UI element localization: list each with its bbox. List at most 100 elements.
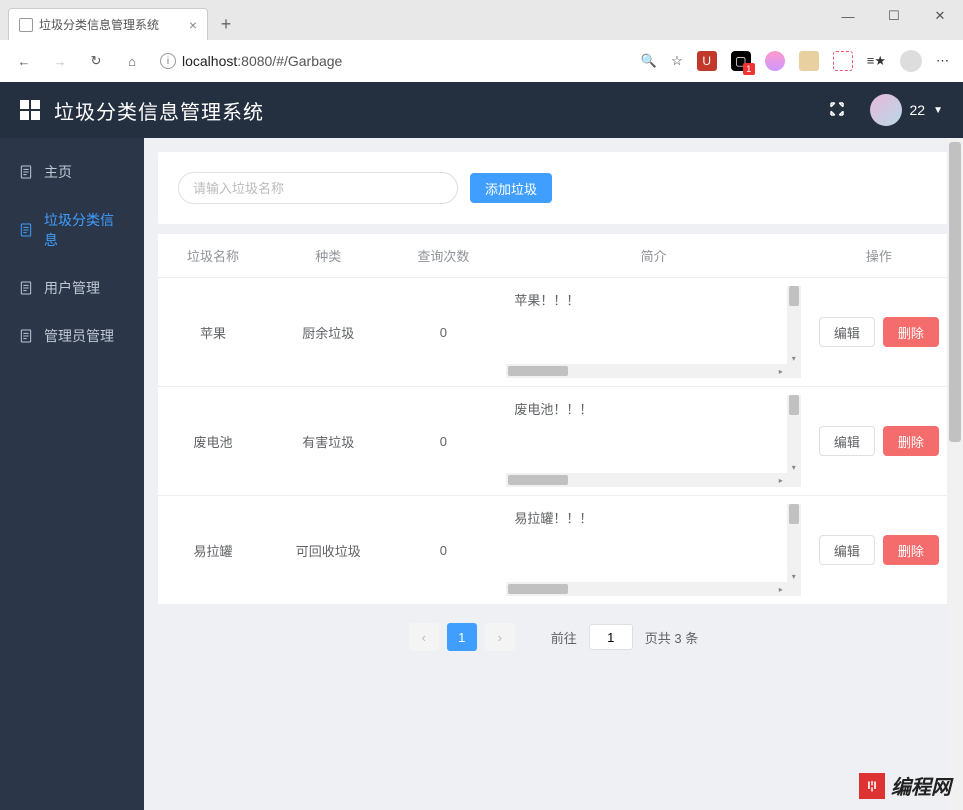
delete-button[interactable]: 删除	[883, 535, 939, 565]
cell-count: 0	[388, 278, 498, 387]
col-category: 种类	[268, 234, 388, 278]
extension-note-icon[interactable]	[799, 51, 819, 71]
sidebar-item-admins[interactable]: 管理员管理	[0, 312, 144, 360]
col-name: 垃圾名称	[158, 234, 268, 278]
desc-vscroll[interactable]: ▴▾	[787, 504, 801, 582]
col-desc: 简介	[498, 234, 808, 278]
extension-ghost-icon[interactable]	[833, 51, 853, 71]
delete-button[interactable]: 删除	[883, 317, 939, 347]
new-tab-button[interactable]: +	[212, 10, 240, 38]
watermark-text: 编程网	[891, 771, 951, 800]
cell-desc: 苹果！！！▴▾◂▸	[498, 278, 808, 387]
add-button[interactable]: 添加垃圾	[470, 173, 552, 203]
browser-chrome: 垃圾分类信息管理系统 × + — ☐ ✕ ← → ↻ ⌂ i localhost…	[0, 0, 963, 82]
sidebar-item-garbage[interactable]: 垃圾分类信息	[0, 196, 144, 264]
sidebar-item-users[interactable]: 用户管理	[0, 264, 144, 312]
toolbar: 添加垃圾	[158, 152, 949, 224]
app-title: 垃圾分类信息管理系统	[54, 96, 264, 125]
table-row: 易拉罐可回收垃圾0易拉罐！！！▴▾◂▸编辑删除	[158, 496, 949, 605]
pagination: ‹ 1 › 前往 页共 3 条	[158, 605, 949, 661]
refresh-button[interactable]: ↻	[82, 47, 110, 75]
desc-hscroll[interactable]: ◂▸	[506, 582, 786, 596]
url-box[interactable]: i localhost:8080/#/Garbage	[154, 53, 633, 69]
cell-category: 可回收垃圾	[268, 496, 388, 605]
desc-hscroll[interactable]: ◂▸	[506, 364, 786, 378]
document-icon	[18, 222, 34, 238]
edit-button[interactable]: 编辑	[819, 317, 875, 347]
extension-face-icon[interactable]	[765, 51, 785, 71]
table-header-row: 垃圾名称 种类 查询次数 简介 操作	[158, 234, 949, 278]
page-icon	[19, 18, 33, 32]
table-row: 苹果厨余垃圾0苹果！！！▴▾◂▸编辑删除	[158, 278, 949, 387]
forward-button[interactable]: →	[46, 47, 74, 75]
sidebar-item-home[interactable]: 主页	[0, 148, 144, 196]
desc-vscroll[interactable]: ▴▾	[787, 395, 801, 473]
extension-notif-icon[interactable]: ▢	[731, 51, 751, 71]
address-bar: ← → ↻ ⌂ i localhost:8080/#/Garbage 🔍 ☆ U…	[0, 40, 963, 82]
app-logo-icon[interactable]	[20, 100, 40, 120]
fullscreen-icon[interactable]	[828, 100, 846, 121]
cell-ops: 编辑删除	[809, 387, 949, 496]
home-button[interactable]: ⌂	[118, 47, 146, 75]
document-icon	[18, 280, 34, 296]
cell-ops: 编辑删除	[809, 496, 949, 605]
next-page-button[interactable]: ›	[485, 623, 515, 651]
cell-name: 易拉罐	[158, 496, 268, 605]
sidebar-item-label: 垃圾分类信息	[44, 210, 126, 250]
cell-count: 0	[388, 496, 498, 605]
tab-bar: 垃圾分类信息管理系统 × + — ☐ ✕	[0, 0, 963, 40]
main-content: 添加垃圾 垃圾名称 种类 查询次数 简介 操作 苹果厨余垃圾0苹果！！！▴▾◂▸…	[144, 138, 963, 810]
favorites-list-icon[interactable]: ≡★	[867, 53, 886, 69]
toolbar-right: 🔍 ☆ U ▢ ≡★ ⋯	[641, 50, 953, 72]
cell-desc: 易拉罐！！！▴▾◂▸	[498, 496, 808, 605]
goto-label: 前往	[551, 628, 577, 647]
cell-count: 0	[388, 387, 498, 496]
user-name: 22	[910, 102, 926, 118]
sidebar-item-label: 主页	[44, 162, 72, 182]
profile-icon[interactable]	[900, 50, 922, 72]
cell-ops: 编辑删除	[809, 278, 949, 387]
tab-title: 垃圾分类信息管理系统	[39, 16, 159, 33]
avatar	[870, 94, 902, 126]
col-count: 查询次数	[388, 234, 498, 278]
extension-ublock-icon[interactable]: U	[697, 51, 717, 71]
search-in-page-icon[interactable]: 🔍	[641, 53, 657, 69]
sidebar: 主页 垃圾分类信息 用户管理 管理员管理	[0, 138, 144, 810]
close-tab-icon[interactable]: ×	[189, 17, 197, 33]
cell-desc: 废电池！！！▴▾◂▸	[498, 387, 808, 496]
delete-button[interactable]: 删除	[883, 426, 939, 456]
more-menu-icon[interactable]: ⋯	[936, 53, 949, 69]
watermark-logo-icon: I¦I	[859, 773, 885, 799]
maximize-button[interactable]: ☐	[871, 0, 917, 32]
data-table: 垃圾名称 种类 查询次数 简介 操作 苹果厨余垃圾0苹果！！！▴▾◂▸编辑删除废…	[158, 234, 949, 605]
close-window-button[interactable]: ✕	[917, 0, 963, 32]
window-controls: — ☐ ✕	[825, 0, 963, 32]
minimize-button[interactable]: —	[825, 0, 871, 32]
site-info-icon[interactable]: i	[160, 53, 176, 69]
user-menu[interactable]: 22 ▼	[870, 94, 943, 126]
cell-category: 厨余垃圾	[268, 278, 388, 387]
cell-name: 苹果	[158, 278, 268, 387]
col-ops: 操作	[809, 234, 949, 278]
total-label: 页共 3 条	[645, 628, 698, 647]
search-input[interactable]	[178, 172, 458, 204]
cell-name: 废电池	[158, 387, 268, 496]
back-button[interactable]: ←	[10, 47, 38, 75]
goto-page-input[interactable]	[589, 624, 633, 650]
watermark: I¦I 编程网	[859, 771, 951, 800]
desc-vscroll[interactable]: ▴▾	[787, 286, 801, 364]
desc-hscroll[interactable]: ◂▸	[506, 473, 786, 487]
sidebar-item-label: 管理员管理	[44, 326, 114, 346]
page-number-button[interactable]: 1	[447, 623, 477, 651]
table-row: 废电池有害垃圾0废电池！！！▴▾◂▸编辑删除	[158, 387, 949, 496]
url-path: :8080/#/Garbage	[237, 53, 342, 69]
browser-tab[interactable]: 垃圾分类信息管理系统 ×	[8, 8, 208, 40]
edit-button[interactable]: 编辑	[819, 426, 875, 456]
app-body: 主页 垃圾分类信息 用户管理 管理员管理 添加垃圾 垃圾名称 种类 查询次数	[0, 138, 963, 810]
prev-page-button[interactable]: ‹	[409, 623, 439, 651]
favorite-icon[interactable]: ☆	[671, 53, 683, 69]
url-host: localhost	[182, 53, 237, 69]
main-scrollbar[interactable]	[947, 138, 963, 810]
sidebar-item-label: 用户管理	[44, 278, 100, 298]
edit-button[interactable]: 编辑	[819, 535, 875, 565]
